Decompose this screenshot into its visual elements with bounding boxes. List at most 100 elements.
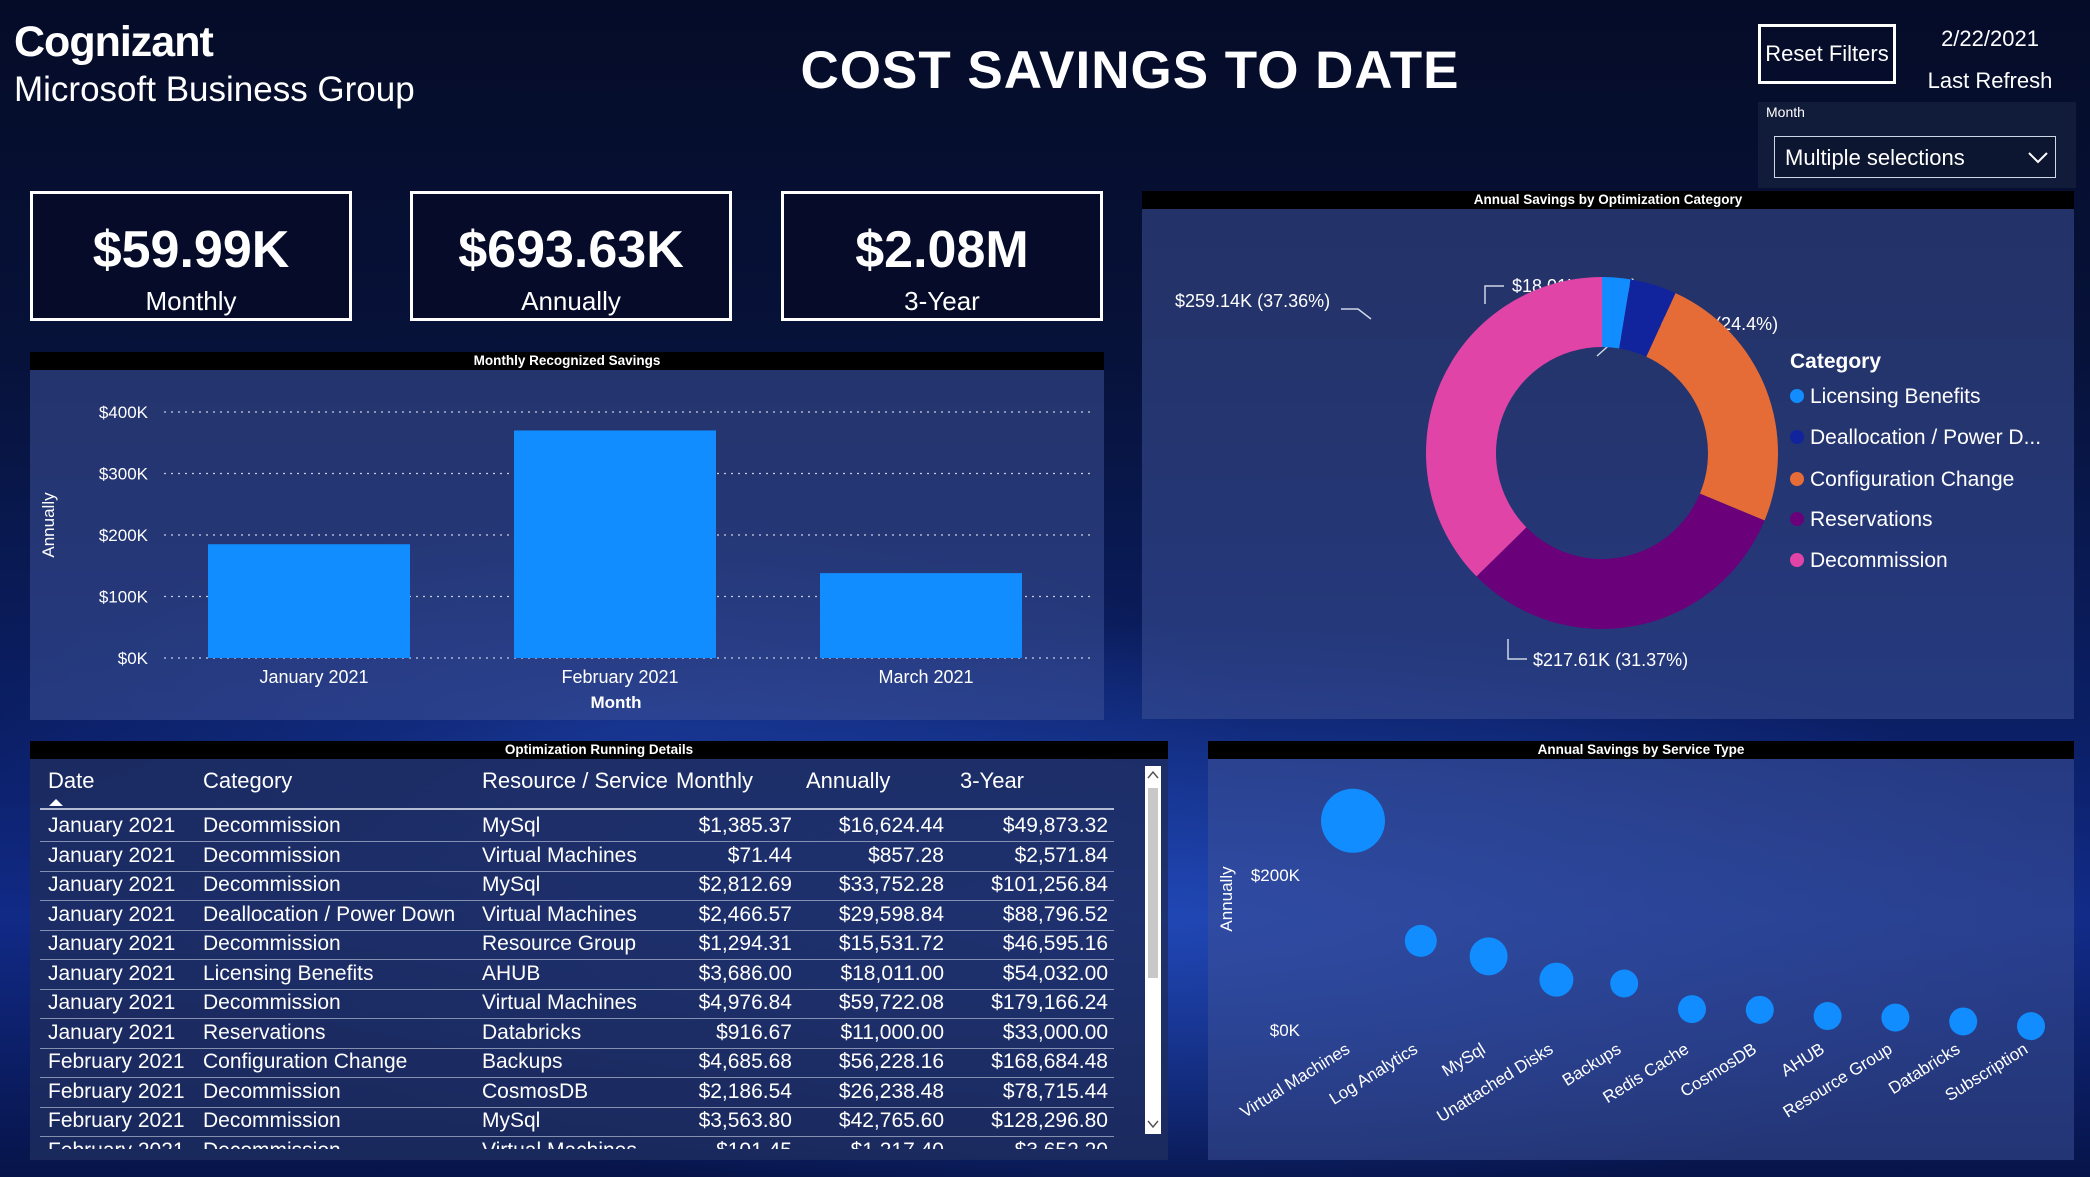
table-cell: Virtual Machines xyxy=(482,991,637,1014)
legend-item-reservations[interactable]: Reservations xyxy=(1790,508,1933,532)
table-cell: $857.28 xyxy=(868,843,944,867)
legend-item-deallocation[interactable]: Deallocation / Power D... xyxy=(1790,426,2041,450)
table-cell: $2,466.57 xyxy=(698,902,792,926)
scatter-point[interactable] xyxy=(1745,995,1774,1024)
scatter-point[interactable] xyxy=(1469,937,1508,976)
col-header-date[interactable]: Date xyxy=(48,768,94,794)
table-row[interactable]: February 2021 Decommission MySql $3,563.80 $… xyxy=(40,1107,1114,1137)
table-row[interactable]: January 2021 Decommission Virtual Machines… xyxy=(40,842,1114,872)
bar-chart-title: Monthly Recognized Savings xyxy=(30,352,1104,370)
table-cell: $18,011.00 xyxy=(840,961,944,985)
table-cell: CosmosDB xyxy=(482,1079,589,1103)
legend-item-licensing[interactable]: Licensing Benefits xyxy=(1790,385,1980,409)
scatter-point[interactable] xyxy=(1321,788,1385,853)
scatter-point[interactable] xyxy=(1813,1002,1842,1031)
table-cell: Databricks xyxy=(482,1020,582,1044)
table-cell: Reservations xyxy=(203,1020,326,1044)
table-row[interactable]: January 2021 Decommission MySql $2,812.69 $3… xyxy=(40,871,1114,901)
kpi-value: $693.63K xyxy=(458,221,684,279)
table-cell: January 2021 xyxy=(48,932,176,955)
table-cell: $128,296.80 xyxy=(991,1109,1108,1132)
table-cell: $3,652.20 xyxy=(1015,1139,1108,1150)
table-cell: $15,531.72 xyxy=(838,932,944,955)
x-tick-label: March 2021 xyxy=(878,667,973,687)
table-row[interactable]: January 2021 Decommission Virtual Machines… xyxy=(40,989,1114,1019)
table-cell: Decommission xyxy=(203,932,341,955)
y-tick-label: $0K xyxy=(1270,1021,1301,1040)
table-cell: $2,812.69 xyxy=(698,873,792,896)
dropdown-value: Multiple selections xyxy=(1785,145,1965,170)
month-dropdown[interactable]: Multiple selections xyxy=(1774,136,2056,178)
table-row[interactable]: February 2021 Configuration Change Backups… xyxy=(40,1048,1114,1078)
legend-label: Reservations xyxy=(1810,508,1933,531)
col-header-resource[interactable]: Resource / Service xyxy=(482,768,668,794)
table-row[interactable]: January 2021 Reservations Databricks $916.6… xyxy=(40,1019,1114,1049)
scrollbar-thumb[interactable] xyxy=(1148,788,1158,978)
scroll-down-icon[interactable] xyxy=(1147,1119,1159,1129)
scatter-point[interactable] xyxy=(1539,962,1574,997)
table-row[interactable]: January 2021 Deallocation / Power Down Vir… xyxy=(40,901,1114,931)
donut-slice[interactable] xyxy=(1476,493,1765,630)
x-tick-label: MySql xyxy=(1439,1039,1489,1080)
scatter-point[interactable] xyxy=(2017,1012,2045,1041)
scatter-chart: Annually $200K$0KVirtual MachinesLog Ana… xyxy=(1217,788,2045,1126)
reset-filters-button[interactable]: Reset Filters xyxy=(1758,24,1896,84)
table-cell: $11,000.00 xyxy=(840,1020,944,1044)
table-cell: $101,256.84 xyxy=(991,873,1108,896)
table-cell: Decommission xyxy=(203,1109,341,1132)
col-header-category[interactable]: Category xyxy=(203,768,292,794)
legend-item-decommission[interactable]: Decommission xyxy=(1790,549,1948,573)
table-cell: $54,032.00 xyxy=(1002,961,1108,985)
donut-slice[interactable] xyxy=(1426,277,1602,577)
sort-ascending-icon xyxy=(49,799,63,806)
donut-label-reservations: $217.61K (31.37%) xyxy=(1533,650,1688,670)
table-cell: January 2021 xyxy=(48,814,176,837)
scatter-chart-panel: Annual Savings by Service Type Annually … xyxy=(1208,741,2074,1160)
table-cell: $168,684.48 xyxy=(991,1050,1108,1073)
table-cell: $33,000.00 xyxy=(1002,1020,1108,1044)
col-header-annually[interactable]: Annually xyxy=(806,768,890,794)
y-tick-label: $200K xyxy=(99,526,149,545)
refresh-date: 2/22/2021 xyxy=(1941,26,2039,51)
table-cell: February 2021 xyxy=(48,1050,185,1073)
table-row[interactable]: January 2021 Licensing Benefits AHUB $3,686… xyxy=(40,960,1114,990)
scatter-y-axis-label: Annually xyxy=(1217,866,1236,932)
table-row[interactable]: February 2021 Decommission Virtual Machine… xyxy=(40,1137,1114,1150)
scatter-point[interactable] xyxy=(1678,995,1706,1024)
table-cell: $101.45 xyxy=(716,1139,792,1150)
scroll-up-icon[interactable] xyxy=(1147,770,1159,780)
legend-item-configuration[interactable]: Configuration Change xyxy=(1790,468,2014,492)
legend-label: Decommission xyxy=(1810,549,1948,572)
table-cell: February 2021 xyxy=(48,1139,185,1150)
bar[interactable] xyxy=(820,573,1022,658)
legend-dot xyxy=(1790,389,1804,403)
business-group-label: Microsoft Business Group xyxy=(14,70,415,109)
kpi-label: Annually xyxy=(521,286,621,316)
legend-label: Configuration Change xyxy=(1810,468,2015,491)
table-cell: Decommission xyxy=(203,991,341,1014)
scatter-point[interactable] xyxy=(1610,969,1639,998)
table-cell: $16,624.44 xyxy=(838,814,944,837)
scatter-point[interactable] xyxy=(1404,924,1437,957)
table-cell: MySql xyxy=(482,1109,541,1132)
table-row[interactable]: February 2021 Decommission CosmosDB $2,186.… xyxy=(40,1078,1114,1108)
y-axis-label: Annually xyxy=(39,492,58,558)
legend-dot xyxy=(1790,553,1804,567)
leader-line xyxy=(1484,285,1504,304)
table-cell: Deallocation / Power Down xyxy=(203,902,456,926)
table-scrollbar[interactable] xyxy=(1145,766,1161,1134)
scatter-point[interactable] xyxy=(1881,1003,1910,1032)
donut-label-decommission: $259.14K (37.36%) xyxy=(1175,291,1330,311)
scatter-point[interactable] xyxy=(1949,1007,1978,1036)
bar[interactable] xyxy=(514,430,716,658)
legend-dot xyxy=(1790,512,1804,526)
x-tick-label: January 2021 xyxy=(259,667,368,687)
leader-line xyxy=(1341,308,1372,320)
last-refresh-label: Last Refresh xyxy=(1927,68,2053,93)
table-row[interactable]: January 2021 Decommission MySql $1,385.37 $1… xyxy=(40,812,1114,842)
col-header-monthly[interactable]: Monthly xyxy=(676,768,753,794)
bar[interactable] xyxy=(208,544,410,658)
header-divider xyxy=(40,808,1114,810)
col-header-3year[interactable]: 3-Year xyxy=(960,768,1024,794)
table-row[interactable]: January 2021 Decommission Resource Group $1… xyxy=(40,930,1114,960)
